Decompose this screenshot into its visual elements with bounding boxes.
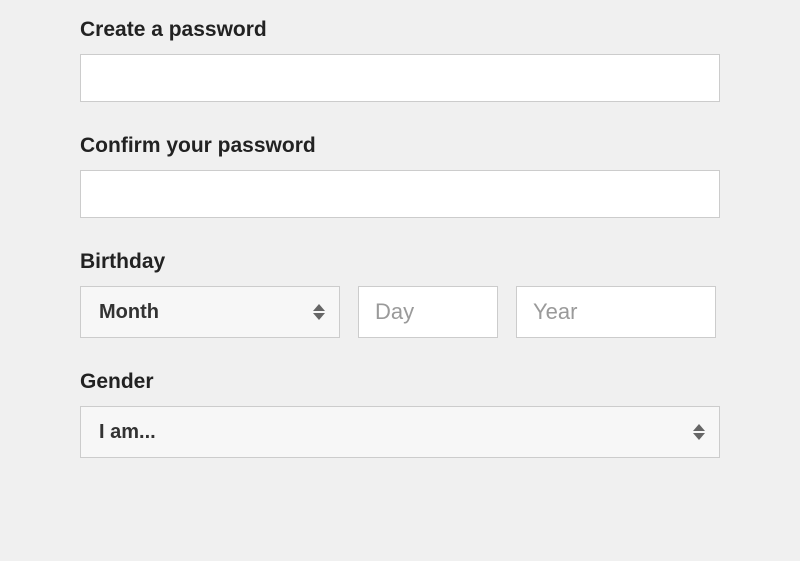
- password-input[interactable]: [80, 54, 720, 102]
- gender-select-value: I am...: [99, 421, 156, 444]
- birthday-group: Birthday Month: [80, 250, 720, 338]
- confirm-password-label: Confirm your password: [80, 134, 720, 158]
- gender-label: Gender: [80, 370, 720, 394]
- confirm-password-input[interactable]: [80, 170, 720, 218]
- gender-select[interactable]: I am...: [80, 406, 720, 458]
- password-group: Create a password: [80, 18, 720, 102]
- year-input[interactable]: [516, 286, 716, 338]
- password-label: Create a password: [80, 18, 720, 42]
- month-select-value: Month: [99, 301, 159, 324]
- birthday-row: Month: [80, 286, 720, 338]
- month-select[interactable]: Month: [80, 286, 340, 338]
- birthday-label: Birthday: [80, 250, 720, 274]
- gender-group: Gender I am...: [80, 370, 720, 458]
- stepper-icon: [313, 304, 325, 320]
- day-input[interactable]: [358, 286, 498, 338]
- stepper-icon: [693, 424, 705, 440]
- confirm-password-group: Confirm your password: [80, 134, 720, 218]
